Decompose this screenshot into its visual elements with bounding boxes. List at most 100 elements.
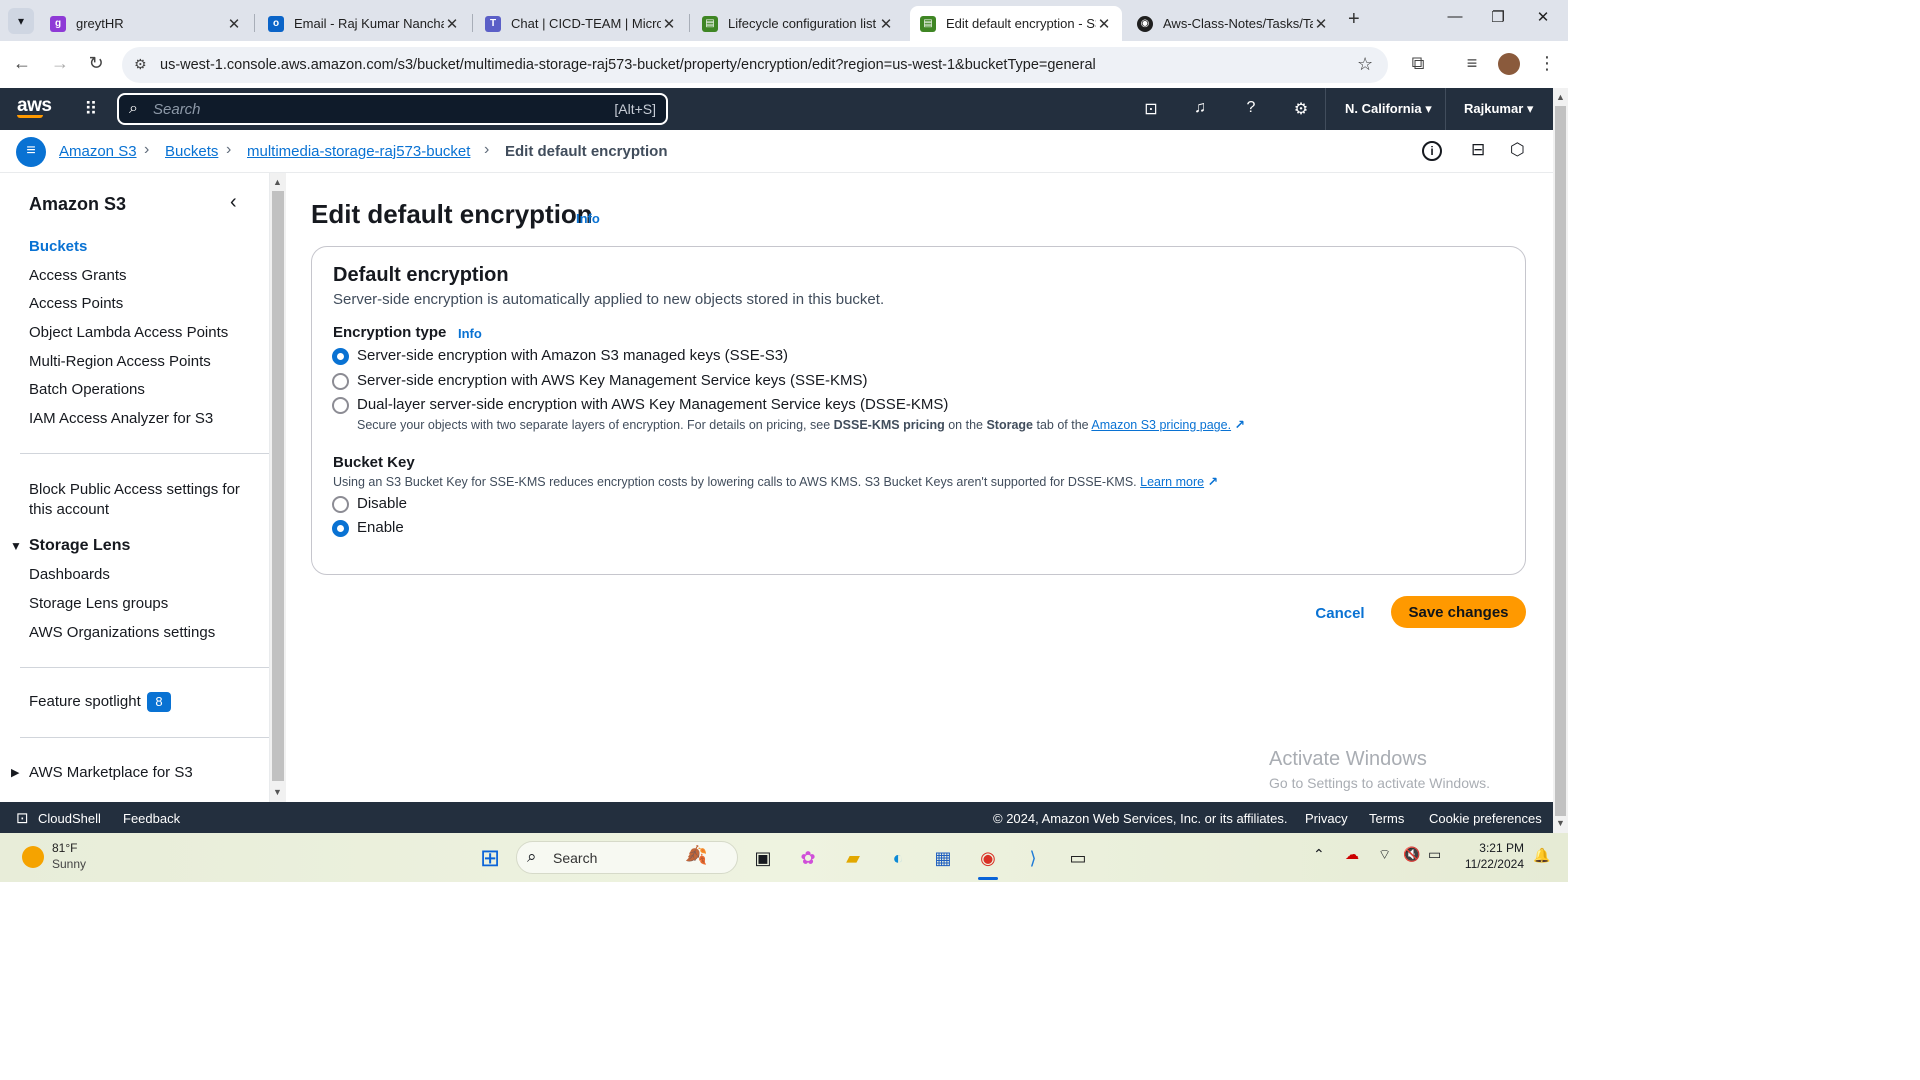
tab-email[interactable]: o Email - Raj Kumar Nanchar ✕ bbox=[258, 6, 470, 41]
tools-panel-icon[interactable]: ⊟ bbox=[1471, 140, 1485, 160]
tab-greythr[interactable]: g greytHR ✕ bbox=[40, 6, 252, 41]
notifications-bell-icon[interactable]: ♫ bbox=[1189, 99, 1211, 117]
close-tab-icon[interactable]: ✕ bbox=[1313, 15, 1329, 33]
task-view-icon[interactable]: ▣ bbox=[748, 843, 778, 873]
forward-icon[interactable]: → bbox=[48, 53, 72, 74]
notification-bell-icon[interactable]: 🔔 bbox=[1533, 847, 1550, 864]
weather-temp[interactable]: 81°F bbox=[52, 841, 77, 855]
privacy-link[interactable]: Privacy bbox=[1305, 811, 1348, 826]
collapse-sidebar-icon[interactable]: ‹ bbox=[230, 191, 237, 214]
new-tab-icon[interactable]: + bbox=[1348, 8, 1360, 31]
terms-link[interactable]: Terms bbox=[1369, 811, 1404, 826]
clock-time[interactable]: 3:21 PM bbox=[1468, 841, 1524, 855]
url-bar[interactable]: ⚙ us-west-1.console.aws.amazon.com/s3/bu… bbox=[122, 47, 1388, 83]
taskbar-search[interactable]: ⌕ Search 🍂 bbox=[516, 841, 738, 874]
sidebar-item-block-public-access[interactable]: Block Public Access settings for this ac… bbox=[29, 480, 264, 520]
s3-pricing-link[interactable]: Amazon S3 pricing page. bbox=[1091, 418, 1231, 432]
store-icon[interactable]: ▦ bbox=[928, 843, 958, 873]
learn-more-link[interactable]: Learn more bbox=[1140, 475, 1204, 489]
wifi-icon[interactable]: ⌔ bbox=[1378, 846, 1391, 864]
sidebar-title[interactable]: Amazon S3 bbox=[29, 194, 126, 215]
storage-lens-section[interactable]: Storage Lens bbox=[29, 537, 130, 555]
sidebar-item-batch-operations[interactable]: Batch Operations bbox=[29, 381, 145, 398]
close-tab-icon[interactable]: ✕ bbox=[661, 15, 677, 33]
page-info-link[interactable]: Info bbox=[576, 211, 600, 226]
cookie-preferences-link[interactable]: Cookie preferences bbox=[1429, 811, 1542, 826]
sidebar-item-iam-analyzer[interactable]: IAM Access Analyzer for S3 bbox=[29, 410, 213, 427]
breadcrumb-bucket[interactable]: multimedia-storage-raj573-bucket bbox=[247, 143, 470, 160]
info-panel-icon[interactable]: i bbox=[1422, 141, 1442, 161]
sidebar-item-access-points[interactable]: Access Points bbox=[29, 295, 123, 312]
region-selector[interactable]: N. California ▾ bbox=[1345, 101, 1432, 117]
caret-down-icon[interactable]: ▼ bbox=[10, 539, 22, 553]
minimize-icon[interactable]: — bbox=[1440, 8, 1470, 25]
cloudshell-icon[interactable]: ⊡ bbox=[1140, 99, 1162, 119]
close-tab-icon[interactable]: ✕ bbox=[878, 15, 894, 33]
breadcrumb-buckets[interactable]: Buckets bbox=[165, 143, 218, 160]
sidebar-item-multi-region[interactable]: Multi-Region Access Points bbox=[29, 353, 211, 370]
tab-edit-encryption[interactable]: ▤ Edit default encryption - S3 ✕ bbox=[910, 6, 1122, 41]
sidebar-item-org-settings[interactable]: AWS Organizations settings bbox=[29, 624, 215, 641]
bucket-key-disable-label[interactable]: Disable bbox=[357, 495, 407, 512]
close-tab-icon[interactable]: ✕ bbox=[1096, 15, 1112, 33]
radio-dsse-kms[interactable] bbox=[332, 397, 349, 414]
aws-logo[interactable]: aws bbox=[17, 95, 52, 118]
tab-search-icon[interactable]: ▾ bbox=[8, 8, 34, 34]
help-icon[interactable]: ? bbox=[1240, 99, 1262, 117]
bucket-key-enable-label[interactable]: Enable bbox=[357, 519, 404, 536]
cloudshell-link[interactable]: CloudShell bbox=[38, 811, 101, 826]
chrome-icon[interactable]: ◉ bbox=[973, 843, 1003, 873]
edge-icon[interactable]: ◐ bbox=[883, 843, 913, 873]
back-icon[interactable]: ← bbox=[10, 53, 34, 74]
page-scrollbar[interactable]: ▲ ▼ bbox=[1553, 88, 1568, 833]
profile-avatar[interactable] bbox=[1498, 53, 1520, 75]
settings-gear-icon[interactable]: ⚙ bbox=[1290, 99, 1312, 119]
sidebar-item-lens-groups[interactable]: Storage Lens groups bbox=[29, 595, 168, 612]
browser-menu-icon[interactable]: ⋮ bbox=[1535, 53, 1559, 74]
weather-sun-icon[interactable] bbox=[22, 846, 44, 868]
tray-overflow-icon[interactable]: ⌃ bbox=[1313, 846, 1325, 863]
save-changes-button[interactable]: Save changes bbox=[1391, 596, 1526, 628]
sidebar-item-access-grants[interactable]: Access Grants bbox=[29, 267, 127, 284]
tab-github[interactable]: ◉ Aws-Class-Notes/Tasks/Ta ✕ bbox=[1127, 6, 1339, 41]
extensions-icon[interactable]: ⧉ bbox=[1406, 53, 1430, 74]
caret-right-icon[interactable]: ▶ bbox=[11, 766, 19, 779]
sidebar-scrollbar[interactable]: ▲ ▼ bbox=[270, 173, 286, 802]
radio-bucket-key-enable[interactable] bbox=[332, 520, 349, 537]
sidebar-item-dashboards[interactable]: Dashboards bbox=[29, 566, 110, 583]
close-tab-icon[interactable]: ✕ bbox=[444, 15, 460, 33]
radio-bucket-key-disable[interactable] bbox=[332, 496, 349, 513]
account-menu[interactable]: Rajkumar ▾ bbox=[1464, 101, 1533, 117]
battery-icon[interactable]: ▭ bbox=[1428, 846, 1441, 863]
breadcrumb-amazon-s3[interactable]: Amazon S3 bbox=[59, 143, 137, 160]
search-input[interactable]: ⌕ Search [Alt+S] bbox=[117, 93, 668, 125]
tab-lifecycle[interactable]: ▤ Lifecycle configuration list ✕ bbox=[692, 6, 904, 41]
sidebar-item-marketplace[interactable]: AWS Marketplace for S3 bbox=[29, 764, 193, 781]
hamburger-menu-icon[interactable]: ≡ bbox=[16, 137, 46, 167]
tab-teams[interactable]: T Chat | CICD-TEAM | Micros ✕ bbox=[475, 6, 687, 41]
services-grid-icon[interactable]: ⠿ bbox=[80, 99, 102, 120]
close-tab-icon[interactable]: ✕ bbox=[226, 15, 242, 33]
clock-date[interactable]: 11/22/2024 bbox=[1456, 857, 1524, 871]
weather-condition[interactable]: Sunny bbox=[52, 857, 86, 871]
sidebar-item-feature-spotlight[interactable]: Feature spotlight bbox=[29, 693, 141, 710]
vscode-icon[interactable]: ⟩ bbox=[1018, 843, 1048, 873]
feedback-link[interactable]: Feedback bbox=[123, 811, 180, 826]
encryption-type-info-link[interactable]: Info bbox=[458, 326, 482, 341]
reload-icon[interactable]: ↻ bbox=[84, 53, 108, 74]
security-panel-icon[interactable]: ⬡ bbox=[1510, 140, 1525, 160]
volume-muted-icon[interactable]: 🔇 bbox=[1403, 846, 1420, 863]
option-dsse-kms-label[interactable]: Dual-layer server-side encryption with A… bbox=[357, 396, 948, 413]
onedrive-icon[interactable]: ☁ bbox=[1345, 846, 1359, 863]
file-explorer-icon[interactable]: ▰ bbox=[838, 843, 868, 873]
restore-icon[interactable]: ❐ bbox=[1483, 8, 1513, 26]
terminal-icon[interactable]: ▭ bbox=[1063, 843, 1093, 873]
close-window-icon[interactable]: ✕ bbox=[1528, 8, 1558, 26]
media-control-icon[interactable]: ≡ bbox=[1460, 53, 1484, 74]
copilot-icon[interactable]: ✿ bbox=[793, 843, 823, 873]
windows-start-icon[interactable]: ⊞ bbox=[475, 843, 505, 873]
cancel-button[interactable]: Cancel bbox=[1300, 598, 1380, 628]
option-sse-kms-label[interactable]: Server-side encryption with AWS Key Mana… bbox=[357, 372, 867, 389]
option-sse-s3-label[interactable]: Server-side encryption with Amazon S3 ma… bbox=[357, 347, 788, 364]
cloudshell-footer-icon[interactable]: ⊡ bbox=[16, 809, 29, 827]
